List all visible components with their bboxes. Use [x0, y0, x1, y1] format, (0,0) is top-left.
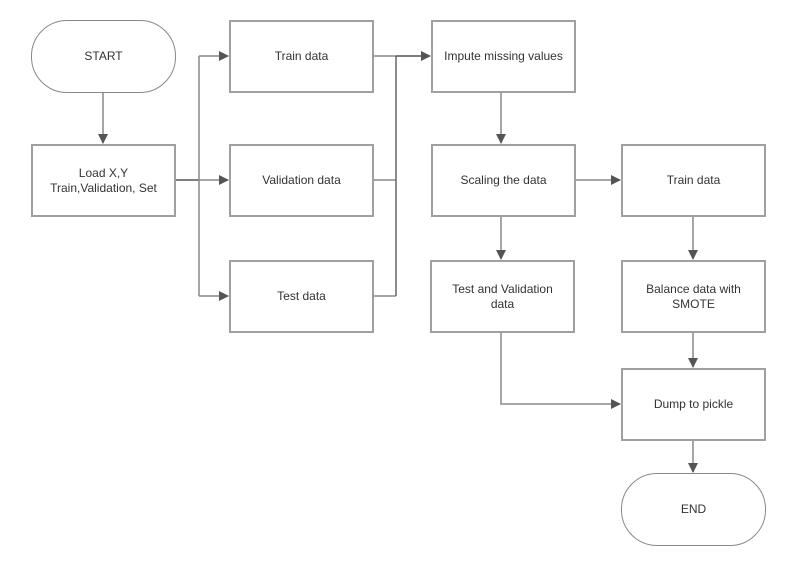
- impute-node: Impute missing values: [431, 20, 576, 93]
- train-data-scaled-node: Train data: [621, 144, 766, 217]
- end-terminal: END: [621, 473, 766, 546]
- validation-data-node: Validation data: [229, 144, 374, 217]
- balance-smote-node: Balance data with SMOTE: [621, 260, 766, 333]
- load-node: Load X,Y Train,Validation, Set: [31, 144, 176, 217]
- arrow-testval-to-dump: [500, 332, 621, 409]
- train-data-node: Train data: [229, 20, 374, 93]
- test-validation-node: Test and Validation data: [430, 260, 575, 333]
- scaling-node: Scaling the data: [431, 144, 576, 217]
- test-data-node: Test data: [229, 260, 374, 333]
- dump-pickle-node: Dump to pickle: [621, 368, 766, 441]
- start-terminal: START: [31, 20, 176, 93]
